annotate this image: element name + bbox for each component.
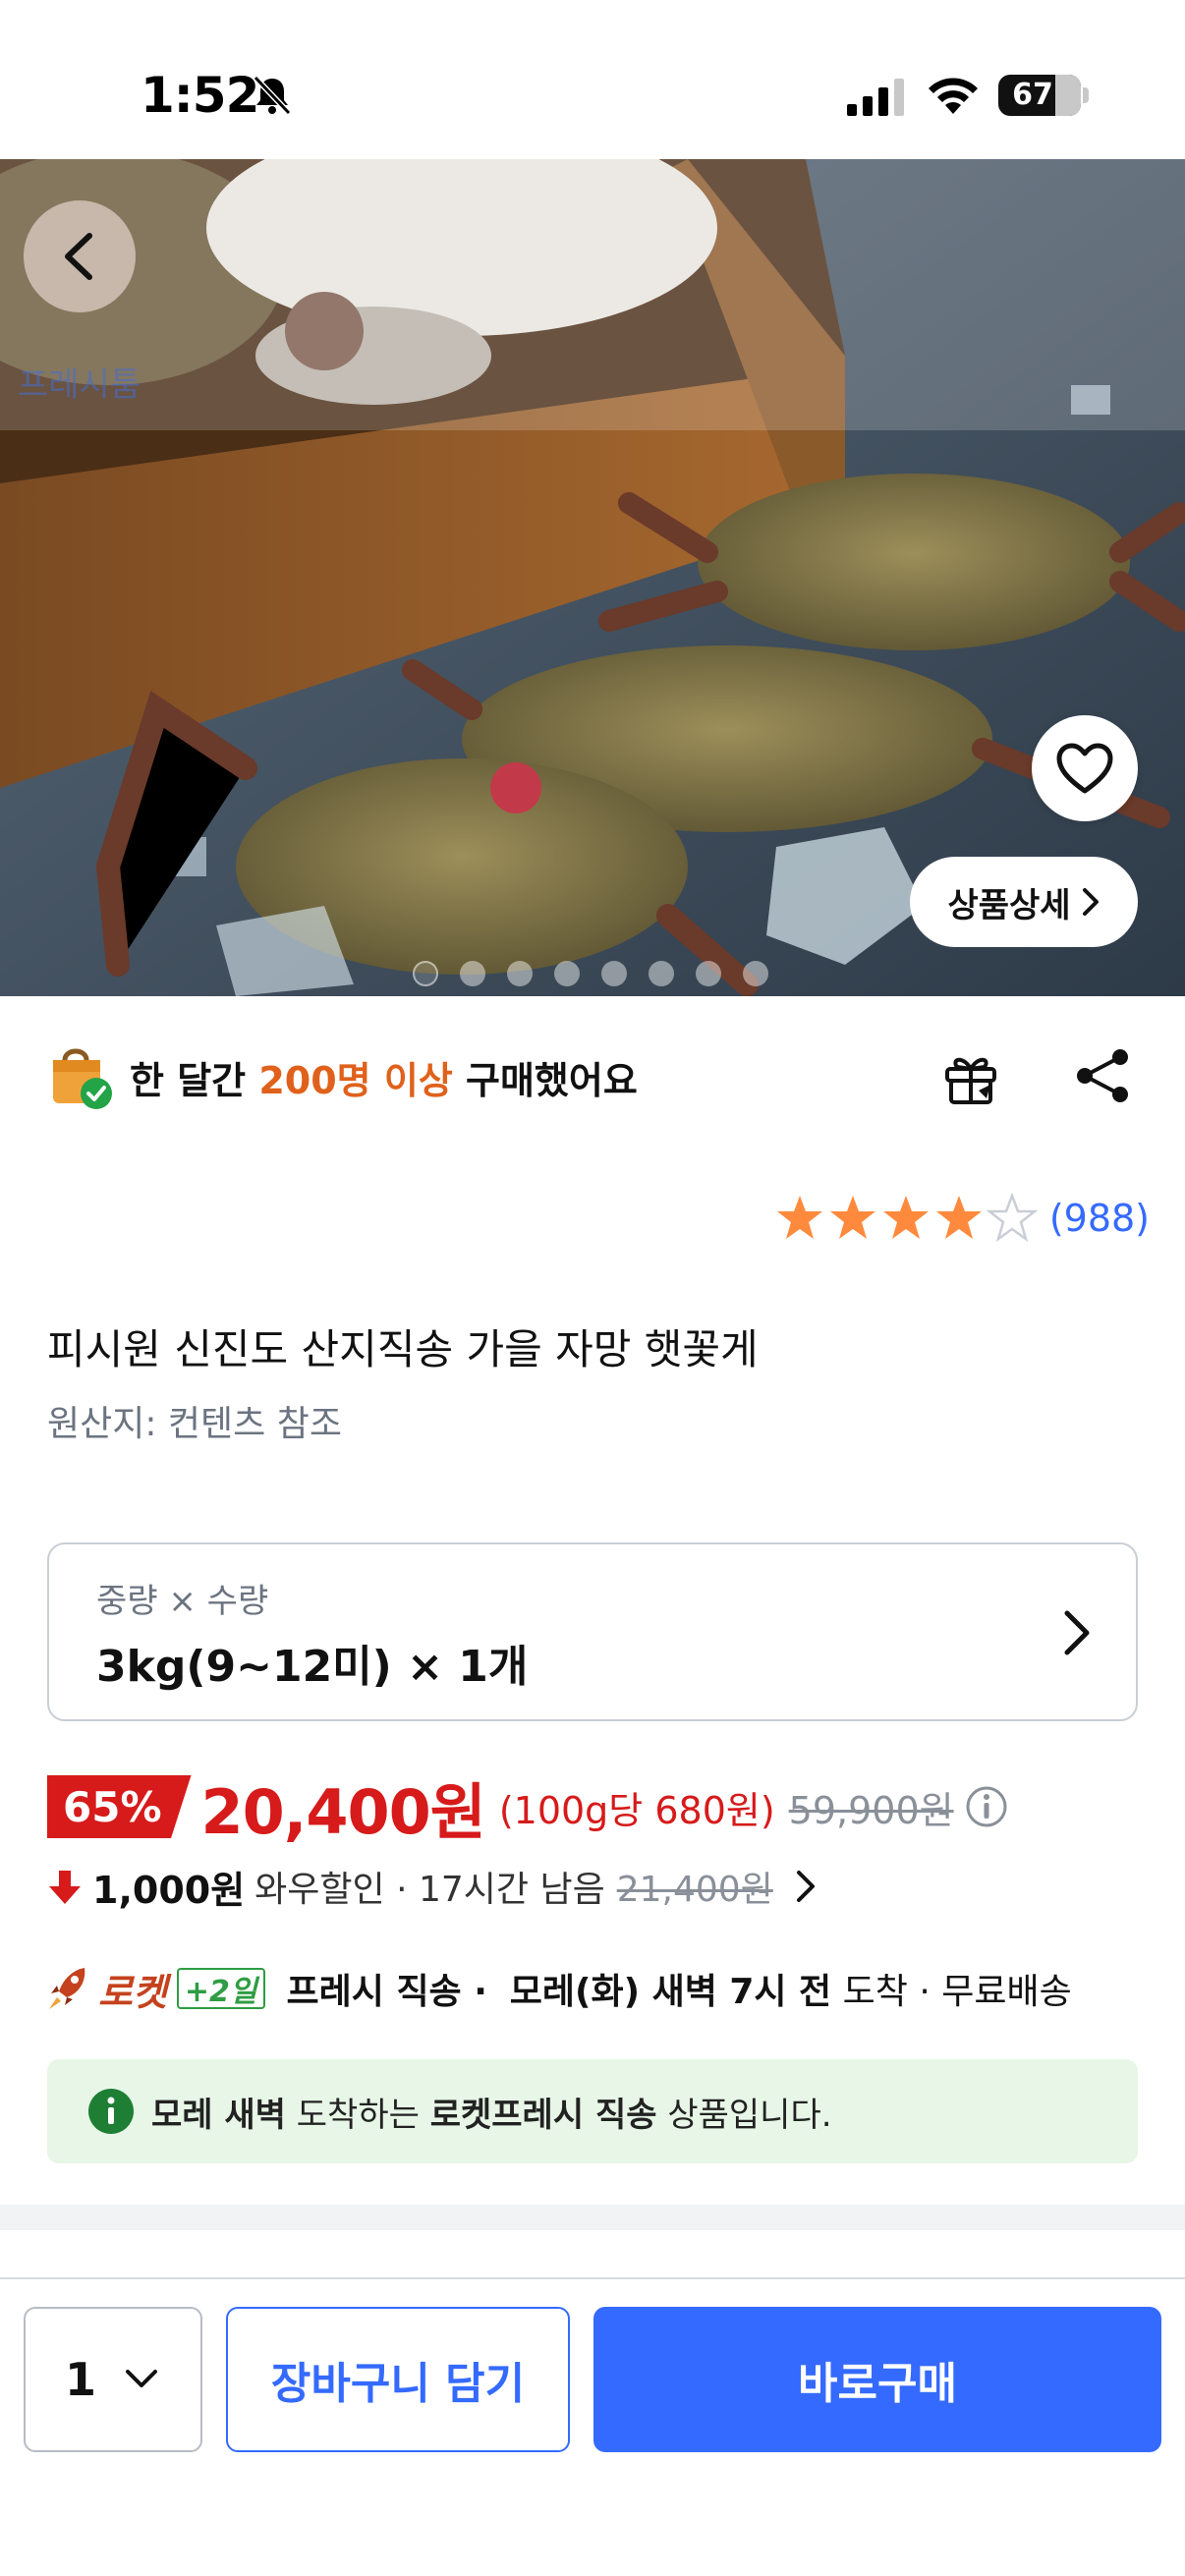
- option-selector[interactable]: 중량 × 수량 3kg(9~12미) × 1개: [47, 1542, 1138, 1721]
- product-detail-button[interactable]: 상품상세: [910, 857, 1138, 947]
- battery-cap: [1083, 87, 1089, 103]
- rating-stars: [774, 1193, 1038, 1244]
- quantity-value: 1: [64, 2353, 96, 2406]
- wishlist-button[interactable]: [1032, 715, 1138, 821]
- battery-level: 67: [1012, 78, 1053, 112]
- carousel-dot[interactable]: [696, 961, 721, 986]
- carousel-dot[interactable]: [507, 961, 533, 986]
- chevron-right-icon: [796, 1871, 815, 1902]
- info-icon[interactable]: [964, 1784, 1009, 1829]
- signal-icon: [847, 79, 904, 116]
- delivery-arrival-suffix: 도착 · 무료배송: [842, 1972, 1072, 2012]
- sale-price: 20,400원: [200, 1776, 486, 1848]
- carousel-dot[interactable]: [601, 961, 627, 986]
- quantity-select[interactable]: 1: [24, 2307, 202, 2452]
- heart-icon: [1056, 743, 1113, 794]
- notice-text-1: 도착하는: [285, 2095, 430, 2135]
- coupon-amount: 1,000원: [92, 1868, 246, 1912]
- coupon-description: 와우할인 · 17시간 남음: [254, 1870, 605, 1910]
- price-row: 65% 20,400원 (100g당 680원) 59,900원: [47, 1772, 1009, 1848]
- rocket-icon: [49, 1968, 85, 2009]
- notice-bold-2: 로켓프레시 직송: [429, 2095, 657, 2135]
- overlay-caption: 프레시툼: [18, 365, 141, 405]
- shopping-bag-check-icon: [53, 1048, 112, 1109]
- delivery-type: 프레시 직송 ·: [286, 1972, 487, 2012]
- status-bar: 1:52 67: [0, 0, 1185, 159]
- purchase-count-badge: 한 달간 200명 이상 구매했어요: [47, 1041, 638, 1112]
- carousel-indicator: [413, 961, 768, 986]
- coupon-original-price: 21,400원: [616, 1870, 773, 1910]
- star-empty-icon: [986, 1193, 1038, 1243]
- delivery-arrival: 모레(화) 새벽 7시 전: [509, 1972, 832, 2012]
- notice-text-2: 상품입니다.: [656, 2095, 832, 2135]
- rating[interactable]: (988): [774, 1193, 1150, 1244]
- review-count[interactable]: (988): [1049, 1197, 1150, 1240]
- star-filled-icon: [882, 1196, 929, 1239]
- purchase-suffix: 구매했어요: [452, 1058, 638, 1102]
- info-icon: [88, 2089, 134, 2134]
- purchase-prefix: 한 달간: [130, 1058, 259, 1102]
- add-to-cart-button[interactable]: 장바구니 담기: [226, 2307, 570, 2452]
- carousel-dot[interactable]: [413, 961, 438, 986]
- product-title: 피시원 신진도 산지직송 가을 자망 햇꽃게: [47, 1325, 759, 1373]
- bottom-action-bar: 1 장바구니 담기 바로구매: [0, 2277, 1185, 2576]
- carousel-dot[interactable]: [554, 961, 580, 986]
- option-value: 3kg(9~12미) × 1개: [96, 1642, 529, 1692]
- original-price: 59,900원: [788, 1788, 954, 1832]
- coupon-row[interactable]: 1,000원 와우할인 · 17시간 남음 21,400원: [47, 1859, 822, 1914]
- delivery-notice: 모레 새벽 도착하는 로켓프레시 직송 상품입니다.: [47, 2059, 1138, 2163]
- wifi-icon: [929, 78, 978, 114]
- battery-icon: 67: [998, 75, 1081, 116]
- bell-off-icon: [253, 75, 292, 116]
- carousel-dot[interactable]: [743, 961, 768, 986]
- delivery-info: 로켓 +2일 프레시 직송 · 모레(화) 새벽 7시 전 도착 · 무료배송: [47, 1959, 1072, 2018]
- chevron-down-icon: [126, 2370, 157, 2387]
- notice-bold-1: 모레 새벽: [151, 2095, 286, 2135]
- buy-now-button[interactable]: 바로구매: [593, 2307, 1161, 2452]
- share-icon[interactable]: [1073, 1045, 1134, 1106]
- product-detail-label: 상품상세: [947, 885, 1071, 925]
- discount-badge: 65%: [47, 1775, 192, 1838]
- carousel-dot[interactable]: [649, 961, 674, 986]
- carousel-dot[interactable]: [460, 961, 485, 986]
- rocket-label: 로켓: [98, 1970, 167, 2014]
- plus-days-badge: +2일: [176, 1968, 265, 2009]
- purchase-highlight: 200명 이상: [258, 1058, 453, 1102]
- star-filled-icon: [829, 1196, 875, 1239]
- image-overlay-band: [0, 159, 1185, 430]
- star-filled-icon: [776, 1196, 822, 1239]
- back-button[interactable]: [24, 200, 136, 312]
- unit-price: (100g당 680원): [498, 1788, 775, 1832]
- purchase-count-text: 한 달간 200명 이상 구매했어요: [130, 1050, 638, 1104]
- star-filled-icon: [935, 1196, 982, 1239]
- chevron-right-icon: [1082, 888, 1099, 916]
- product-image-carousel[interactable]: 프레시툼 상품상세: [0, 159, 1185, 996]
- section-divider: [0, 2205, 1185, 2230]
- chevron-right-icon: [1064, 1610, 1090, 1655]
- gift-icon[interactable]: [939, 1045, 1002, 1108]
- product-origin: 원산지: 컨텐츠 참조: [47, 1404, 342, 1444]
- arrow-down-icon: [49, 1871, 81, 1904]
- delivery-text: 프레시 직송 · 모레(화) 새벽 7시 전 도착 · 무료배송: [287, 1963, 1072, 2014]
- chevron-left-icon: [65, 233, 92, 280]
- notice-text: 모레 새벽 도착하는 로켓프레시 직송 상품입니다.: [151, 2088, 832, 2136]
- option-label: 중량 × 수량: [96, 1582, 269, 1621]
- status-time: 1:52: [141, 67, 259, 124]
